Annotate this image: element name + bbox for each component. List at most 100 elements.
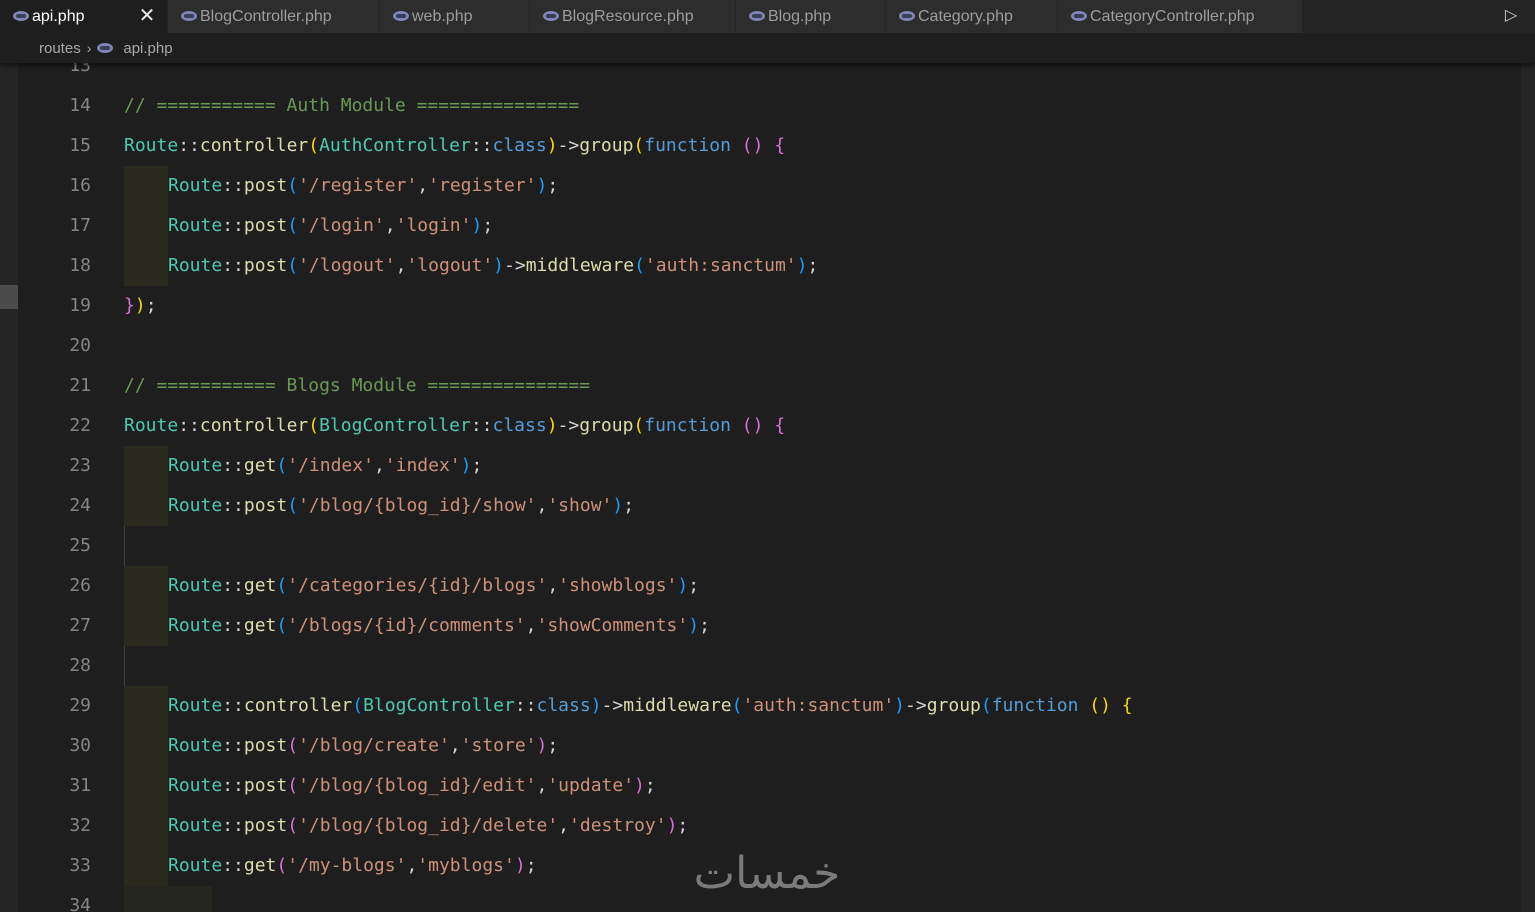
- indent-highlight: [124, 246, 168, 286]
- php-elephant-icon: [97, 43, 114, 53]
- code-token: group: [579, 415, 634, 436]
- code-token: ::: [222, 215, 244, 236]
- tab-label: api.php: [32, 7, 85, 25]
- code-line[interactable]: 30 Route::post('/blog/create','store');: [18, 726, 1521, 766]
- code-token: (: [633, 415, 645, 436]
- code-line[interactable]: 31 Route::post('/blog/{blog_id}/edit','up…: [18, 766, 1521, 806]
- minimap-scrollbar[interactable]: [1521, 63, 1535, 912]
- code-token: {: [1121, 695, 1133, 716]
- tab-blog-php[interactable]: Blog.php: [736, 0, 886, 33]
- code-editor[interactable]: 13 14 // =========== Auth Module =========…: [18, 63, 1521, 912]
- code-token: (): [741, 415, 764, 436]
- code-token: function: [644, 415, 731, 436]
- code-line[interactable]: 29 Route::controller(BlogController::clas…: [18, 686, 1521, 726]
- code-line[interactable]: 20: [18, 326, 1521, 366]
- code-token: Route: [168, 815, 223, 836]
- tab-categorycontroller-php[interactable]: CategoryController.php: [1058, 0, 1303, 33]
- code-token: ): [514, 855, 526, 876]
- code-line[interactable]: 32 Route::post('/blog/{blog_id}/delete','…: [18, 806, 1521, 846]
- activity-strip: [0, 33, 18, 912]
- code-line[interactable]: 21 // =========== Blogs Module ==========…: [18, 366, 1521, 406]
- line-number: 26: [69, 575, 91, 596]
- tab-category-php[interactable]: Category.php: [886, 0, 1058, 33]
- line-number: 18: [69, 255, 91, 276]
- indent-highlight: [124, 166, 168, 206]
- code-text: Route::post('/logout','logout')->middlew…: [168, 246, 818, 286]
- code-token: ,: [373, 455, 385, 476]
- code-line[interactable]: 17 Route::post('/login','login');: [18, 206, 1521, 246]
- code-line[interactable]: 15 Route::controller(AuthController::clas…: [18, 126, 1521, 166]
- code-token: ::: [222, 575, 244, 596]
- code-token: (: [634, 255, 645, 276]
- run-play-icon[interactable]: ▷: [1501, 6, 1521, 26]
- indent-highlight: [124, 846, 168, 886]
- breadcrumb-file[interactable]: api.php: [123, 40, 172, 57]
- tab-blogcontroller-php[interactable]: BlogController.php: [168, 0, 380, 33]
- code-token: middleware: [525, 255, 635, 276]
- code-token: ,: [536, 495, 548, 516]
- code-token: '/blog/{blog_id}/show': [298, 495, 537, 516]
- code-text: Route::get('/categories/{id}/blogs','sho…: [168, 566, 699, 606]
- watermark-logo: خمسات: [693, 848, 841, 899]
- code-line[interactable]: 24 Route::post('/blog/{blog_id}/show','sh…: [18, 486, 1521, 526]
- code-token: (: [287, 775, 299, 796]
- code-line[interactable]: 19});: [18, 286, 1521, 326]
- code-token: ::: [222, 615, 244, 636]
- code-token: ,: [536, 775, 548, 796]
- code-token: ::: [222, 255, 244, 276]
- code-token: (: [276, 855, 288, 876]
- code-line[interactable]: 28: [18, 646, 1521, 686]
- code-token: 'logout': [406, 255, 494, 276]
- line-number: 19: [69, 295, 91, 316]
- code-token: 'store': [460, 735, 537, 756]
- scroll-marker: [0, 285, 18, 309]
- code-token: ;: [807, 255, 819, 276]
- line-number: 28: [69, 655, 91, 676]
- line-number: 15: [69, 135, 91, 156]
- code-token: ->: [601, 695, 624, 716]
- indent-highlight: [124, 566, 168, 606]
- code-line[interactable]: 26 Route::get('/categories/{id}/blogs','s…: [18, 566, 1521, 606]
- code-token: Route: [168, 615, 223, 636]
- code-token: ::: [222, 775, 244, 796]
- code-line[interactable]: 25: [18, 526, 1521, 566]
- code-line[interactable]: 22 Route::controller(BlogController::clas…: [18, 406, 1521, 446]
- code-token: (: [287, 735, 299, 756]
- tab-label: CategoryController.php: [1090, 7, 1255, 25]
- code-token: BlogController: [319, 415, 471, 436]
- tab-label: Blog.php: [768, 7, 832, 25]
- close-icon[interactable]: ✕: [137, 4, 157, 28]
- code-line[interactable]: 16 Route::post('/register','register');: [18, 166, 1521, 206]
- tab-web-php[interactable]: web.php: [380, 0, 530, 33]
- code-token: Route: [168, 215, 223, 236]
- line-number: 22: [69, 415, 91, 436]
- code-token: post: [243, 495, 288, 516]
- code-token: ): [546, 415, 558, 436]
- code-token: ;: [688, 575, 700, 596]
- code-line[interactable]: 27 Route::get('/blogs/{id}/comments','sho…: [18, 606, 1521, 646]
- code-token: '/index': [287, 455, 374, 476]
- code-token: 'showblogs': [558, 575, 678, 596]
- code-line[interactable]: 18 Route::post('/logout','logout')->middl…: [18, 246, 1521, 286]
- code-token: ->: [504, 255, 526, 276]
- code-token: controller: [199, 415, 309, 436]
- code-token: post: [243, 175, 288, 196]
- code-token: ,: [384, 215, 396, 236]
- code-line[interactable]: 14 // =========== Auth Module ===========…: [18, 86, 1521, 126]
- line-number: 24: [69, 495, 91, 516]
- code-token: ->: [557, 415, 580, 436]
- code-token: get: [243, 615, 277, 636]
- code-text: Route::post('/login','login');: [168, 206, 493, 246]
- code-line[interactable]: 23 Route::get('/index','index');: [18, 446, 1521, 486]
- code-token: ): [666, 815, 678, 836]
- tab-api-php[interactable]: api.php ✕: [0, 0, 168, 33]
- breadcrumb-folder[interactable]: routes: [39, 40, 81, 57]
- code-token: '/my-blogs': [287, 855, 407, 876]
- code-token: ): [536, 175, 548, 196]
- code-line[interactable]: 13: [18, 63, 1521, 86]
- tab-blogresource-php[interactable]: BlogResource.php: [530, 0, 736, 33]
- code-token: 'myblogs': [417, 855, 515, 876]
- indent-highlight: [124, 886, 212, 912]
